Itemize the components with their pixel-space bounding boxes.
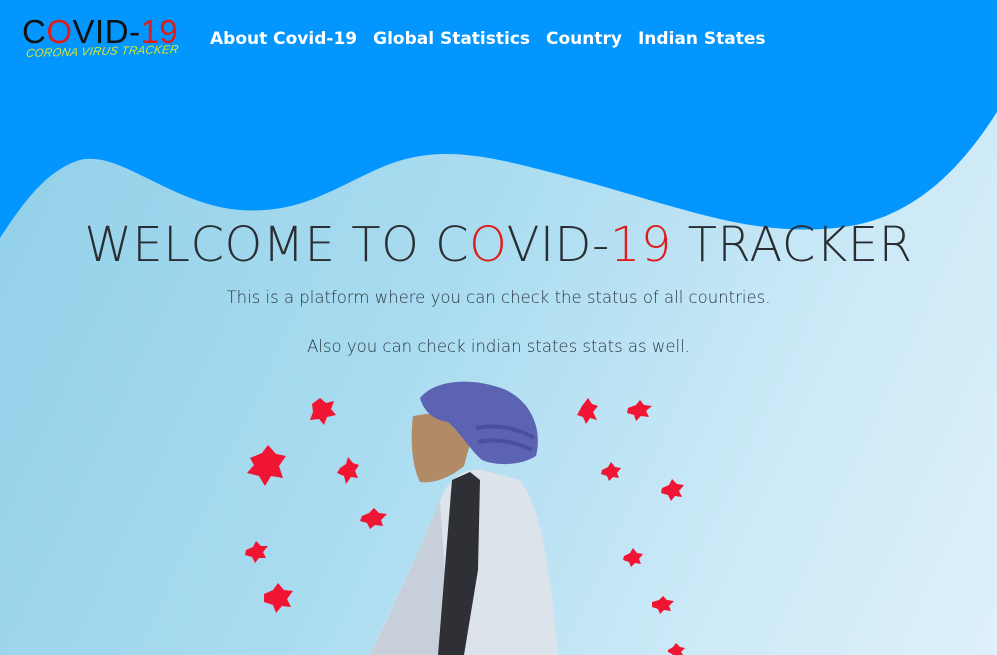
virus-particle: [623, 548, 643, 567]
hero-title-part2: O: [469, 217, 507, 273]
virus-particle: [601, 462, 621, 481]
doctor-illustration: [245, 381, 685, 655]
nav-link-global-statistics[interactable]: Global Statistics: [373, 29, 530, 49]
hero-title-part3: VID-: [506, 217, 610, 273]
hero-description-line1: This is a platform where you can check t…: [226, 288, 771, 307]
hero-title: WELCOME TO COVID-19 TRACKER: [0, 212, 997, 278]
virus-particle: [247, 445, 286, 486]
virus-particle: [360, 508, 387, 529]
virus-particle: [577, 398, 598, 424]
logo-letter-o: O: [46, 13, 73, 50]
hero-title-part4: 19: [609, 217, 672, 273]
virus-particle: [652, 596, 674, 614]
virus-particle: [668, 643, 685, 655]
nav-link-indian-states[interactable]: Indian States: [638, 29, 766, 49]
nav-link-about[interactable]: About Covid-19: [210, 29, 357, 49]
hero-title-part1: WELCOME TO C: [84, 217, 470, 273]
nav-menu: About Covid-19 Global Statistics Country…: [210, 29, 782, 49]
hero-title-part5: TRACKER: [671, 217, 913, 273]
site-logo[interactable]: COVID-19 CORONA VIRUS TRACKER: [22, 12, 192, 68]
hero-section: WELCOME TO COVID-19 TRACKER This is a pl…: [0, 212, 997, 356]
navbar: COVID-19 CORONA VIRUS TRACKER About Covi…: [0, 0, 997, 80]
virus-particle: [627, 400, 652, 421]
virus-particle: [245, 541, 268, 563]
virus-particle: [661, 479, 684, 501]
logo-letter-c: C: [22, 13, 47, 50]
virus-particle: [264, 583, 293, 613]
virus-particle: [310, 398, 336, 425]
nav-link-country[interactable]: Country: [546, 29, 622, 49]
hero-description-line2: Also you can check indian states stats a…: [307, 337, 690, 356]
virus-particle: [337, 457, 359, 484]
